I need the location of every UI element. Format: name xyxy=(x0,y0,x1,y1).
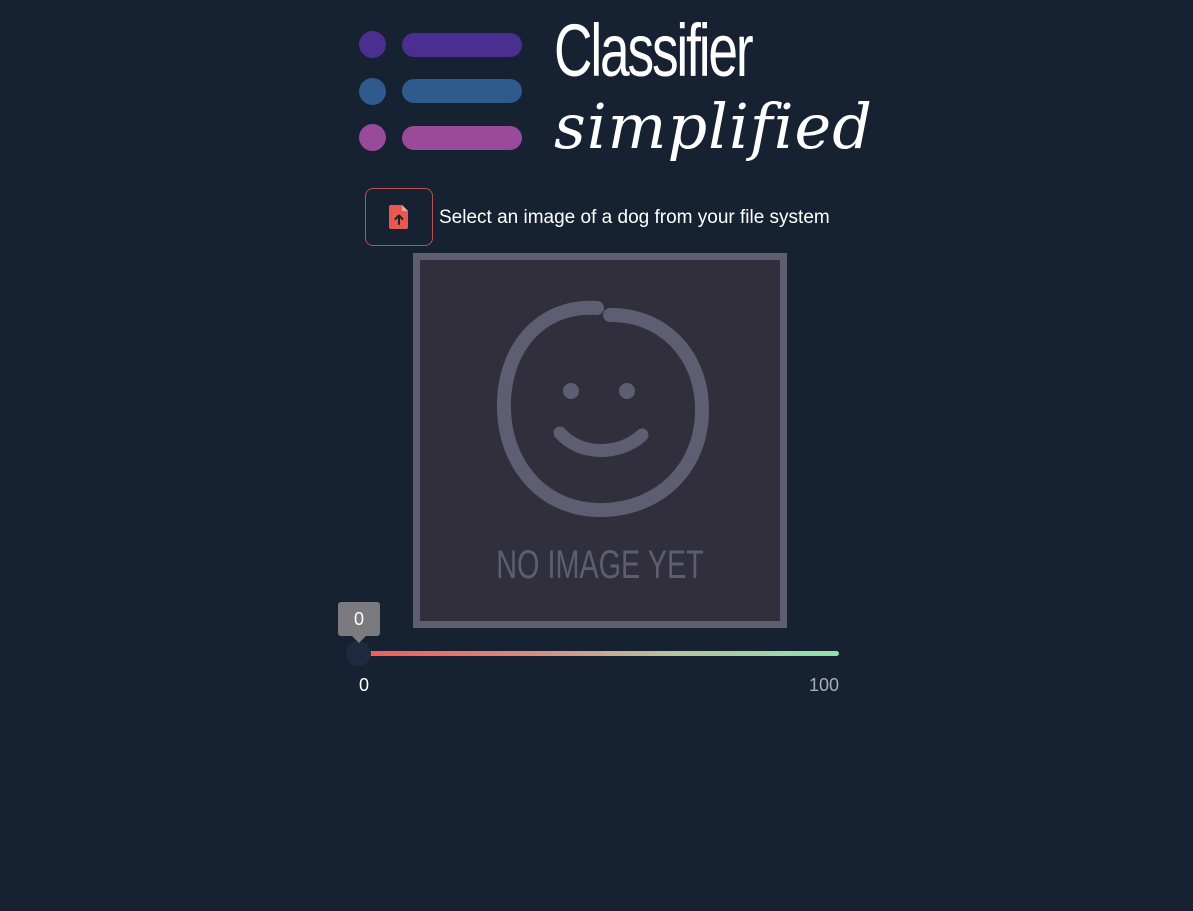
slider-track[interactable] xyxy=(358,651,839,656)
logo-subtitle: simplified xyxy=(554,90,873,163)
placeholder-text: NO IMAGE YET xyxy=(496,543,704,587)
logo-dot-1 xyxy=(359,31,386,58)
upload-label: Select an image of a dog from your file … xyxy=(439,207,830,228)
file-upload-icon xyxy=(389,205,408,229)
page: Classifier simplified Select an image of… xyxy=(0,0,1193,911)
slider-value-tooltip: 0 xyxy=(338,602,380,643)
slider-thumb[interactable] xyxy=(346,641,371,666)
logo-bar-2 xyxy=(402,79,522,103)
slider-max-label: 100 xyxy=(809,675,840,695)
logo-title: Classifier xyxy=(554,9,754,92)
logo-bar-1 xyxy=(402,33,522,57)
image-placeholder: NO IMAGE YET xyxy=(413,253,787,628)
upload-file-button[interactable] xyxy=(365,188,433,246)
logo-bar-3 xyxy=(402,126,522,150)
logo: Classifier simplified xyxy=(356,14,872,178)
slider-min-label: 0 xyxy=(359,675,370,695)
logo-dot-2 xyxy=(359,78,386,105)
logo-dot-3 xyxy=(359,124,386,151)
